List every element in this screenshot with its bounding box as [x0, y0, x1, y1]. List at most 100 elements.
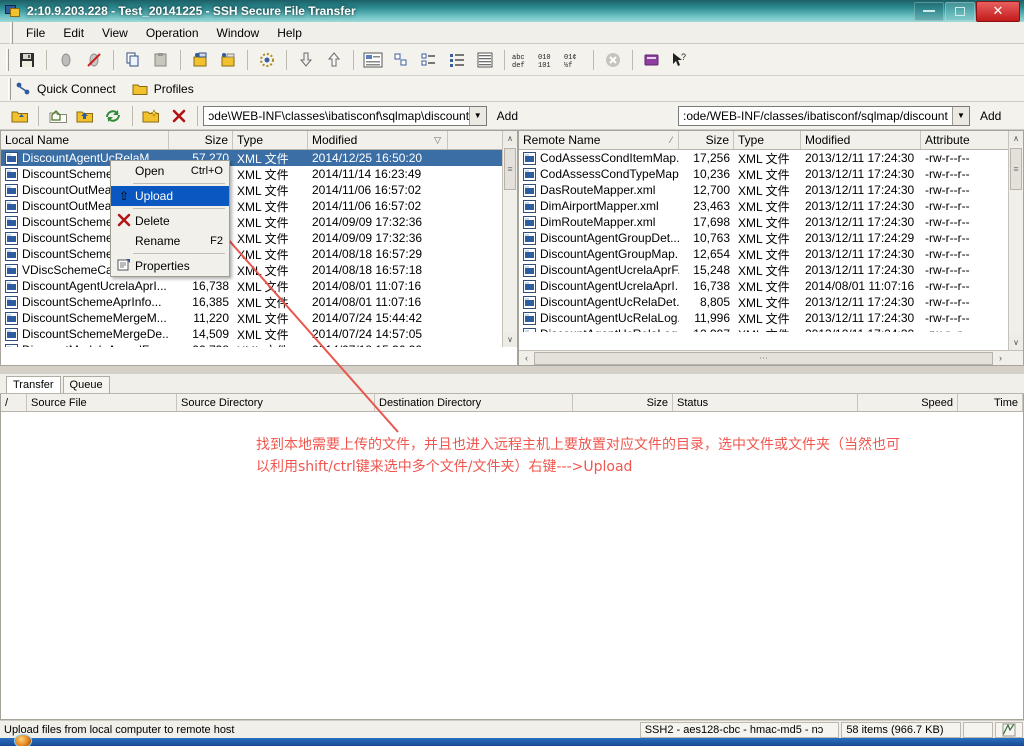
table-row[interactable]: DiscountAgentUcRelaDet... 8,805 XML 文件 2013… — [519, 294, 1023, 310]
parent-folder-icon[interactable] — [73, 103, 98, 129]
table-row[interactable]: CodAssessCondItemMap... 17,256 XML 文件 2013/… — [519, 150, 1023, 166]
context-menu-item-rename[interactable]: Rename F2 — [111, 231, 229, 251]
remote-col-name[interactable]: Remote Name ⁄ — [519, 131, 679, 149]
save-icon[interactable] — [14, 47, 40, 73]
scroll-right-icon[interactable]: › — [993, 351, 1008, 365]
transfer-col-size[interactable]: Size — [573, 394, 673, 411]
menu-item-file[interactable]: File — [17, 24, 54, 42]
table-row[interactable]: DiscountSchemeAprInfo... 16,385 XML 文件 2014… — [1, 294, 517, 310]
remote-hscroll-thumb[interactable]: ⋯ — [534, 351, 993, 365]
local-col-type[interactable]: Type — [233, 131, 308, 149]
toolbar-grip[interactable] — [6, 48, 9, 71]
table-row[interactable]: DiscountModuleAwardFor...22,738XML 文件201… — [1, 342, 517, 347]
table-row[interactable]: DiscountOutMeas... XML 文件 2014/11/06 16:57… — [1, 182, 517, 198]
local-vertical-scrollbar[interactable]: ∧ ≡ ∨ — [502, 131, 517, 347]
table-row[interactable]: DiscountSchemeM... XML 文件 2014/11/14 16:23… — [1, 166, 517, 182]
delete-icon[interactable] — [166, 103, 191, 129]
table-row[interactable]: CodAssessCondTypeMap... 10,236 XML 文件 2013/… — [519, 166, 1023, 182]
remote-col-type[interactable]: Type — [734, 131, 801, 149]
settings-icon[interactable] — [254, 47, 280, 73]
table-row[interactable]: DasRouteMapper.xml 12,700 XML 文件 2013/12/11… — [519, 182, 1023, 198]
scroll-left-icon[interactable]: ‹ — [519, 351, 534, 365]
local-col-modified[interactable]: Modified ▽ — [308, 131, 448, 149]
profiles-button[interactable]: Profiles — [132, 81, 194, 97]
menu-item-view[interactable]: View — [93, 24, 137, 42]
new-file-transfer-icon[interactable] — [215, 47, 241, 73]
scroll-up-icon[interactable]: ∧ — [503, 131, 517, 146]
small-icons-icon[interactable] — [388, 47, 414, 73]
transfer-col-dest-dir[interactable]: Destination Directory — [375, 394, 573, 411]
transfer-col-status[interactable]: Status — [673, 394, 858, 411]
table-row[interactable]: DiscountOutMeas... XML 文件 2014/11/06 16:57… — [1, 198, 517, 214]
copy-icon[interactable] — [120, 47, 146, 73]
remote-col-modified[interactable]: Modified — [801, 131, 921, 149]
local-col-name[interactable]: Local Name — [1, 131, 169, 149]
table-row[interactable]: DiscountSchemeMergeDe... 14,509 XML 文件 2014… — [1, 326, 517, 342]
large-icons-icon[interactable] — [416, 47, 442, 73]
table-row[interactable]: DiscountSchemeC... XML 文件 2014/09/09 17:32… — [1, 230, 517, 246]
transfer-col-source-dir[interactable]: Source Directory — [177, 394, 375, 411]
menu-item-help[interactable]: Help — [268, 24, 311, 42]
table-row[interactable]: DiscountAgentGroupDet... 10,763 XML 文件 2013… — [519, 230, 1023, 246]
list-view-icon[interactable] — [360, 47, 386, 73]
table-row[interactable]: DimAirportMapper.xml 23,463 XML 文件 2013/12/… — [519, 198, 1023, 214]
disconnect-icon[interactable] — [81, 47, 107, 73]
quick-connect-button[interactable]: Quick Connect — [15, 81, 116, 97]
remote-file-list[interactable]: CodAssessCondItemMap... 17,256 XML 文件 2013/… — [519, 150, 1023, 332]
transfer-col-time[interactable]: Time — [958, 394, 1023, 411]
transfer-col-speed[interactable]: Speed — [858, 394, 958, 411]
local-add-button[interactable]: Add — [497, 109, 518, 123]
table-row[interactable]: DiscountAgentUcRelaLog... 11,996 XML 文件 201… — [519, 310, 1023, 326]
chevron-down-icon[interactable]: ▼ — [952, 106, 969, 125]
local-col-size[interactable]: Size — [169, 131, 233, 149]
table-row[interactable]: DiscountAgentUcRelaLog...12,997XML 文件201… — [519, 326, 1023, 332]
refresh-icon[interactable] — [100, 103, 125, 129]
paste-icon[interactable] — [148, 47, 174, 73]
table-row[interactable]: DiscountAgentUcrelaAprI... 16,738 XML 文件 20… — [519, 278, 1023, 294]
up-folder-icon[interactable] — [7, 103, 32, 129]
context-menu-item-delete[interactable]: Delete — [111, 211, 229, 231]
tab-queue[interactable]: Queue — [62, 376, 110, 393]
local-scroll-thumb[interactable]: ≡ — [504, 148, 516, 190]
close-button[interactable]: ✕ — [976, 0, 1020, 22]
auto-transfer-icon[interactable]: 01¢ ½f — [563, 47, 587, 73]
transfer-col-marker[interactable]: / — [1, 394, 27, 411]
report-view-icon[interactable] — [472, 47, 498, 73]
start-orb-icon[interactable] — [14, 734, 32, 746]
table-row[interactable]: DiscountAgentUcrelaAprI... 16,738 XML 文件 20… — [1, 278, 517, 294]
upload-icon[interactable] — [321, 47, 347, 73]
remote-path-combo[interactable]: :ode/WEB-INF/classes/ibatisconf/sqlmap/d… — [678, 105, 970, 126]
table-row[interactable]: DiscountSchemeMergeM... 11,220 XML 文件 2014/… — [1, 310, 517, 326]
quickbar-grip[interactable] — [8, 77, 11, 100]
binary-transfer-icon[interactable]: 010 101 — [537, 47, 561, 73]
remote-add-button[interactable]: Add — [980, 109, 1001, 123]
remote-scroll-thumb[interactable]: ≡ — [1010, 148, 1022, 190]
table-row[interactable]: DiscountSchemeC... XML 文件 2014/09/09 17:32… — [1, 214, 517, 230]
menu-item-window[interactable]: Window — [208, 24, 269, 42]
table-row[interactable]: DiscountAgentUcRelaM... 57,270 XML 文件 2014/… — [1, 150, 517, 166]
table-row[interactable]: DiscountAgentGroupMap... 12,654 XML 文件 2013… — [519, 246, 1023, 262]
table-row[interactable]: VDiscSchemeCalA... XML 文件 2014/08/18 16:57… — [1, 262, 517, 278]
chevron-down-icon[interactable]: ▼ — [468, 106, 486, 125]
scroll-down-icon[interactable]: ∨ — [503, 332, 517, 347]
stop-icon[interactable] — [600, 47, 626, 73]
minimize-button[interactable] — [914, 1, 944, 21]
context-menu-item-open[interactable]: Open Ctrl+O — [111, 161, 229, 181]
scroll-up-icon[interactable]: ∧ — [1009, 131, 1023, 146]
table-row[interactable]: DiscountSchemeC... XML 文件 2014/08/18 16:57… — [1, 246, 517, 262]
scroll-down-icon[interactable]: ∨ — [1009, 335, 1023, 350]
local-path-combo[interactable]: ɔde\WEB-INF\classes\ibatisconf\sqlmap\di… — [203, 105, 487, 126]
menu-item-operation[interactable]: Operation — [137, 24, 208, 42]
local-file-list[interactable]: DiscountAgentUcRelaM... 57,270 XML 文件 2014/… — [1, 150, 517, 347]
table-row[interactable]: DiscountAgentUcrelaAprF... 15,248 XML 文件 20… — [519, 262, 1023, 278]
new-terminal-icon[interactable] — [187, 47, 213, 73]
table-row[interactable]: DimRouteMapper.xml 17,698 XML 文件 2013/12/11… — [519, 214, 1023, 230]
details-icon[interactable] — [444, 47, 470, 73]
connect-icon[interactable] — [53, 47, 79, 73]
download-icon[interactable] — [293, 47, 319, 73]
maximize-button[interactable] — [945, 1, 975, 21]
ascii-transfer-icon[interactable]: abc def — [511, 47, 535, 73]
tab-transfer[interactable]: Transfer — [6, 376, 61, 393]
new-folder-icon[interactable] — [139, 103, 164, 129]
windows-taskbar[interactable] — [0, 734, 1024, 746]
